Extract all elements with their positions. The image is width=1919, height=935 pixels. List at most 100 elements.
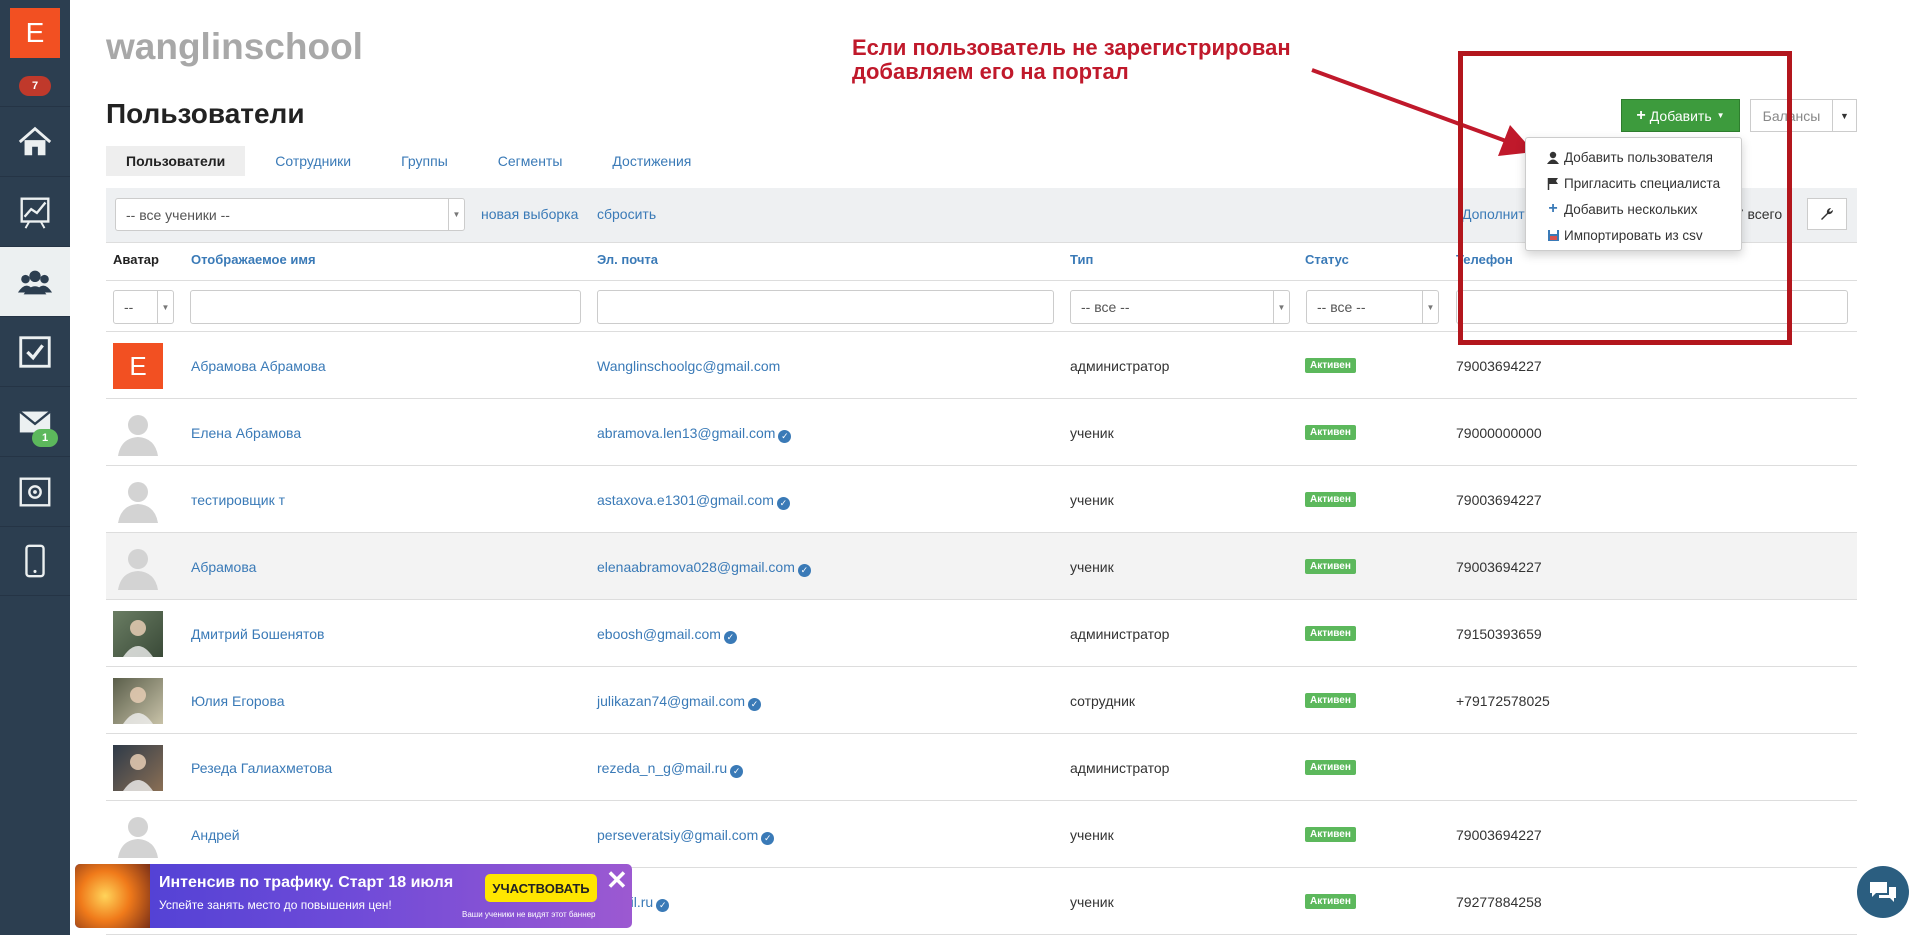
table-row[interactable]: Елена Абрамова abramova.len13@gmail.com ✓ у… (106, 399, 1857, 466)
user-email-link[interactable]: eboosh@gmail.com ✓ (597, 626, 737, 644)
messages-badge: 1 (32, 429, 58, 447)
user-name-link[interactable]: Дмитрий Бошенятов (191, 626, 324, 642)
mobile-icon (25, 544, 45, 578)
sidebar-item-settings[interactable] (0, 456, 70, 526)
table-row[interactable]: Андрей perseveratsiy@gmail.com ✓ ученик Акти… (106, 801, 1857, 868)
tab-achievements[interactable]: Достижения (592, 146, 711, 176)
user-email-link-text: perseveratsiy@gmail.com (597, 827, 759, 843)
user-type: ученик (1070, 894, 1114, 910)
sidebar-item-mobile[interactable] (0, 526, 70, 596)
menu-item-invite-specialist[interactable]: Пригласить специалиста (1526, 170, 1741, 196)
user-email-link[interactable]: perseveratsiy@gmail.com ✓ (597, 827, 775, 845)
tab-groups[interactable]: Группы (381, 146, 468, 176)
table-row[interactable]: Абрамова elenaabramova028@gmail.com ✓ учени… (106, 533, 1857, 600)
sidebar-item-analytics[interactable] (0, 176, 70, 246)
sidebar-item-users[interactable] (0, 246, 70, 316)
table-row[interactable]: тестировщик т astaxova.e1301@gmail.com ✓ уч… (106, 466, 1857, 533)
avatar[interactable] (113, 544, 163, 590)
menu-item-import-csv[interactable]: Импортировать из csv (1526, 222, 1741, 248)
type-filter-select[interactable]: -- все -- ▼ (1070, 290, 1290, 324)
user-type: ученик (1070, 425, 1114, 441)
user-name-link-text: Андрей (191, 827, 240, 843)
promo-banner[interactable]: Интенсив по трафику. Старт 18 июля Успей… (75, 864, 632, 928)
user-type-text: сотрудник (1070, 693, 1136, 709)
user-name-link[interactable]: Резеда Галиахметова (191, 760, 332, 776)
settings-button[interactable] (1807, 198, 1847, 230)
avatar[interactable] (113, 410, 163, 456)
menu-item-label: Импортировать из csv (1564, 227, 1703, 243)
column-header-email[interactable]: Эл. почта (597, 252, 658, 267)
avatar[interactable] (113, 611, 163, 657)
status-badge: Активен (1305, 760, 1356, 775)
verified-check-icon: ✓ (723, 631, 737, 644)
sidebar-item-home[interactable] (0, 106, 70, 176)
user-type: ученик (1070, 559, 1114, 575)
status-badge: Активен (1305, 492, 1356, 507)
status-badge-text: Активен (1310, 896, 1351, 907)
user-name-link[interactable]: Елена Абрамова (191, 425, 301, 441)
reset-link[interactable]: сбросить (597, 206, 656, 222)
user-phone-text: 79003694227 (1456, 492, 1542, 508)
tab-users[interactable]: Пользователи (106, 146, 246, 176)
chat-icon (1870, 882, 1896, 902)
menu-item-add-user[interactable]: Добавить пользователя (1526, 144, 1741, 170)
column-header-type[interactable]: Тип (1070, 252, 1093, 267)
caret-down-icon: ▼ (157, 291, 173, 323)
avatar-filter-value: -- (124, 299, 134, 315)
avatar[interactable] (113, 812, 163, 858)
balances-caret-button[interactable]: ▼ (1832, 99, 1857, 132)
user-phone: 79003694227 (1456, 492, 1542, 508)
user-phone: 79003694227 (1456, 358, 1542, 374)
user-name-link[interactable]: Андрей (191, 827, 240, 843)
plus-icon: + (1548, 200, 1558, 217)
banner-title: Интенсив по трафику. Старт 18 июля (159, 874, 454, 891)
default-avatar-icon (118, 482, 158, 523)
column-header-status[interactable]: Статус (1305, 252, 1349, 267)
avatar[interactable] (113, 745, 163, 791)
page-title: Пользователи (106, 98, 305, 129)
column-header-name[interactable]: Отображаемое имя (191, 252, 316, 267)
user-type: сотрудник (1070, 693, 1135, 709)
sidebar-item-tasks[interactable] (0, 316, 70, 386)
chat-button[interactable] (1857, 866, 1909, 918)
user-name-link-text: Резеда Галиахметова (191, 760, 333, 776)
notifications-badge[interactable]: 7 (19, 76, 51, 96)
user-email-link[interactable]: Wanglinschoolgc@gmail.com (597, 358, 780, 374)
avatar[interactable] (113, 477, 163, 523)
name-filter-input[interactable] (190, 290, 581, 324)
user-name-link[interactable]: Абрамова (191, 559, 256, 575)
table-row[interactable]: Юлия Егорова julikazan74@gmail.com ✓ сотруд… (106, 667, 1857, 734)
menu-item-add-multiple[interactable]: + Добавить нескольких (1526, 196, 1741, 222)
user-name-link[interactable]: Юлия Егорова (191, 693, 285, 709)
table-row[interactable]: Резеда Галиахметова rezeda_n_g@mail.ru ✓ ад… (106, 734, 1857, 801)
user-type-text: администратор (1070, 626, 1170, 642)
user-name-link-text: Абрамова (191, 559, 257, 575)
user-email-link[interactable]: astaxova.e1301@gmail.com ✓ (597, 492, 790, 510)
new-selection-link[interactable]: новая выборка (481, 206, 578, 222)
avatar[interactable]: E (113, 343, 163, 389)
avatar-filter-select[interactable]: -- ▼ (113, 290, 174, 324)
sidebar-item-messages[interactable]: 1 (0, 386, 70, 456)
close-icon[interactable]: ✕ (606, 867, 628, 893)
banner-participate-button[interactable]: УЧАСТВОВАТЬ (485, 874, 597, 902)
wrench-icon (1821, 207, 1834, 220)
add-dropdown-menu: Добавить пользователя Пригласить специал… (1525, 137, 1742, 251)
tab-segments[interactable]: Сегменты (478, 146, 583, 176)
segment-select[interactable]: -- все ученики -- ▼ (115, 198, 465, 231)
school-logo[interactable]: E (10, 8, 60, 58)
status-badge-text: Активен (1310, 628, 1351, 639)
email-filter-input[interactable] (597, 290, 1054, 324)
user-email-link[interactable]: abramova.len13@gmail.com ✓ (597, 425, 792, 443)
user-name-link[interactable]: тестировщик т (191, 492, 285, 508)
user-email-link[interactable]: elenaabramova028@gmail.com ✓ (597, 559, 811, 577)
user-email-link[interactable]: rezeda_n_g@mail.ru ✓ (597, 760, 744, 778)
user-phone-text: 79003694227 (1456, 358, 1542, 374)
table-row[interactable]: Дмитрий Бошенятов eboosh@gmail.com ✓ админи… (106, 600, 1857, 667)
tab-employees[interactable]: Сотрудники (255, 146, 371, 176)
avatar[interactable] (113, 678, 163, 724)
verified-check-icon: ✓ (797, 564, 811, 577)
user-name-link[interactable]: Абрамова Абрамова (191, 358, 326, 374)
user-email-link[interactable]: julikazan74@gmail.com ✓ (597, 693, 762, 711)
status-badge: Активен (1305, 626, 1356, 641)
status-filter-select[interactable]: -- все -- ▼ (1306, 290, 1439, 324)
